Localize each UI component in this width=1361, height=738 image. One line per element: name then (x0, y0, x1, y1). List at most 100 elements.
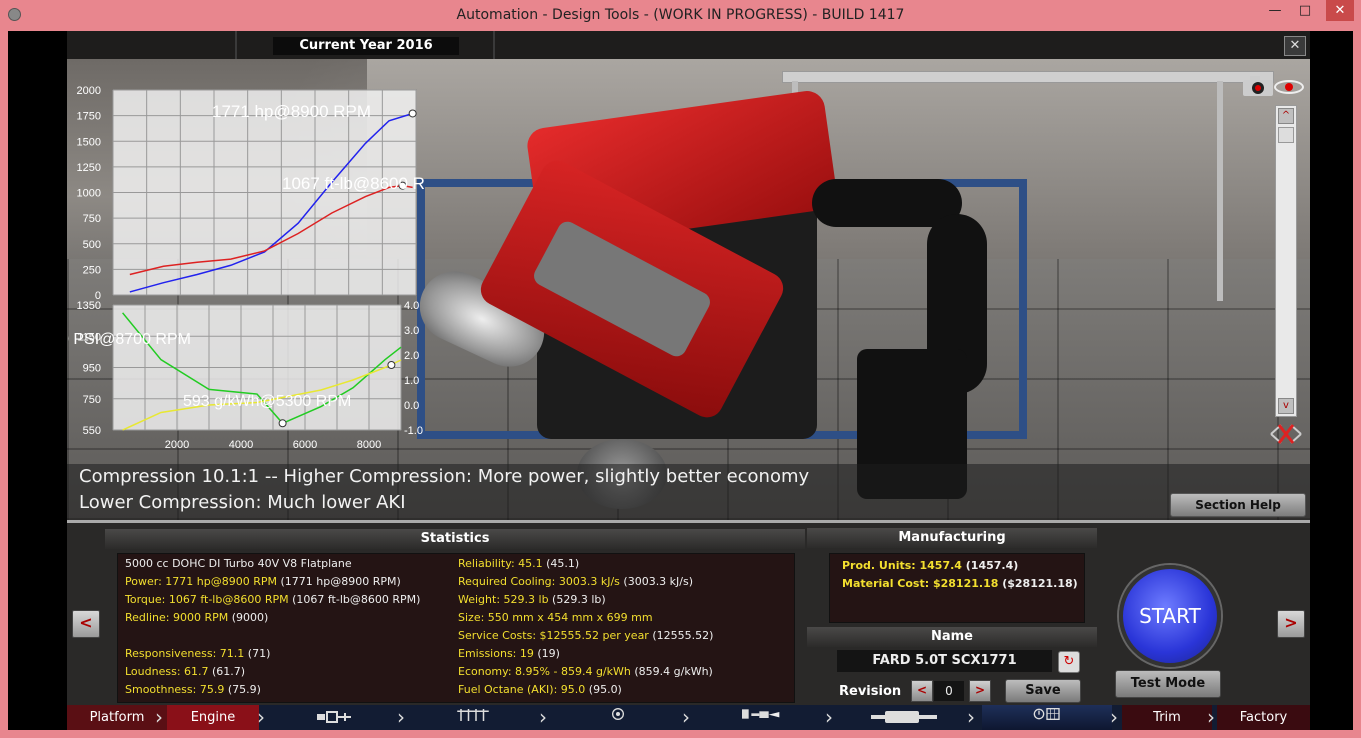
revision-next-button[interactable]: > (969, 680, 991, 702)
randomize-name-icon[interactable]: ↻ (1058, 651, 1080, 673)
y-right-tick-label: 4.0 (404, 300, 419, 312)
stat-label: Torque: 1067 ft-lb@8600 RPM (125, 593, 289, 606)
topbar-divider (493, 31, 495, 59)
chevron-right-icon: › (539, 705, 547, 729)
peak-marker (408, 109, 417, 118)
x-tick-label: 8000 (357, 439, 381, 451)
stat-value: (1771 hp@8900 RPM) (276, 575, 401, 588)
camera-icon[interactable] (1241, 75, 1277, 97)
designer-section-nav: Platform › Engine › › › › › › › Trim › F… (67, 705, 1310, 730)
stat-label: Redline: 9000 RPM (125, 611, 229, 624)
eye-icon[interactable] (1274, 77, 1306, 97)
prod-units-value: (1457.4) (961, 559, 1019, 572)
designer-close-button[interactable]: ✕ (1284, 36, 1306, 56)
app-frame: Current Year 2016 ✕ ^ v 0 250 500 750 10… (8, 31, 1353, 730)
y-tick-label: 250 (83, 264, 101, 276)
y-tick-label: 2000 (77, 85, 101, 97)
y-right-tick-label: 1.0 (404, 375, 419, 387)
tab-platform[interactable]: Platform (67, 705, 167, 730)
previous-section-button[interactable]: < (72, 610, 100, 638)
y-right-tick-label: 3.0 (404, 325, 419, 337)
stat-row: Torque: 1067 ft-lb@8600 RPM (1067 ft-lb@… (125, 593, 420, 606)
stat-row: Fuel Octane (AKI): 95.0 (95.0) (458, 683, 622, 696)
x-tick-label: 6000 (293, 439, 317, 451)
tab-trim[interactable]: Trim (1122, 705, 1212, 730)
turbo-icon (612, 708, 624, 720)
chart-annotation: 1771 hp@8900 RPM (212, 102, 371, 121)
y-tick-label: 1500 (77, 136, 101, 148)
tab-crankshaft[interactable] (272, 705, 402, 730)
material-cost-value: ($28121.18) (998, 577, 1078, 590)
chevron-right-icon: › (397, 705, 405, 729)
tab-engine[interactable]: Engine (167, 705, 259, 730)
scroll-down-button[interactable]: v (1278, 398, 1294, 414)
manufacturing-panel: Prod. Units: 1457.4 (1457.4) Material Co… (829, 553, 1085, 623)
tab-factory[interactable]: Factory (1217, 705, 1310, 730)
chevron-right-icon: › (825, 705, 833, 729)
y-tick-label: 1350 (77, 300, 101, 312)
stat-row: Required Cooling: 3003.3 kJ/s (3003.3 kJ… (458, 575, 693, 588)
stat-label: Responsiveness: 71.1 (125, 647, 245, 660)
minimize-button[interactable]: — (1260, 0, 1290, 21)
stat-value: (75.9) (224, 683, 261, 696)
window-titlebar: Automation - Design Tools - (WORK IN PRO… (0, 0, 1361, 31)
start-button[interactable]: START (1119, 565, 1221, 667)
x-tick-label: 4000 (229, 439, 253, 451)
fuel-system-icon (742, 709, 780, 719)
stat-row: Size: 550 mm x 454 mm x 699 mm (458, 611, 653, 624)
reset-view-icon[interactable] (1267, 421, 1305, 447)
stat-value: (9000) (228, 611, 269, 624)
stat-value: (95.0) (585, 683, 622, 696)
revision-prev-button[interactable]: < (911, 680, 933, 702)
window-title: Automation - Design Tools - (WORK IN PRO… (456, 7, 905, 23)
tab-exhaust[interactable] (839, 705, 969, 730)
next-section-button[interactable]: > (1277, 610, 1305, 638)
engine-3d-viewport[interactable]: ^ v 0 250 500 750 1000 1250 1500 1750 2000 1771 h… (67, 59, 1310, 520)
engine-name-field[interactable]: FARD 5.0T SCX1771 (837, 650, 1052, 672)
tab-test-results[interactable] (982, 705, 1112, 730)
stat-label: 5000 cc DOHC DI Turbo 40V V8 Flatplane (125, 557, 352, 570)
material-cost-label: Material Cost: $28121.18 (842, 577, 999, 590)
prod-units-row: Prod. Units: 1457.4 (1457.4) (842, 559, 1018, 572)
y-tick-label: 1750 (77, 111, 101, 123)
stat-label: Smoothness: 75.9 (125, 683, 225, 696)
section-help-button[interactable]: Section Help (1170, 493, 1306, 517)
topbar-divider (235, 31, 237, 59)
prod-units-label: Prod. Units: 1457.4 (842, 559, 962, 572)
zoom-scrollbar[interactable]: ^ v (1275, 105, 1297, 417)
chevron-right-icon: › (257, 705, 265, 729)
stat-row: Service Costs: $12555.52 per year (12555… (458, 629, 713, 642)
stat-row: Emissions: 19 (19) (458, 647, 560, 660)
info-panel: Statistics < 5000 cc DOHC DI Turbo 40V V… (67, 520, 1310, 708)
stat-row: Responsiveness: 71.1 (71) (125, 647, 270, 660)
stat-row: Economy: 8.95% - 859.4 g/kWh (859.4 g/kW… (458, 665, 713, 678)
section-caption: Compression 10.1:1 -- Higher Compression… (67, 464, 1310, 520)
stat-label: Power: 1771 hp@8900 RPM (125, 575, 277, 588)
peak-marker (387, 361, 396, 369)
tab-fuel[interactable] (697, 705, 827, 730)
stat-row: Weight: 529.3 lb (529.3 lb) (458, 593, 606, 606)
stat-value: (529.3 lb) (548, 593, 606, 606)
stat-label: Service Costs: $12555.52 per year (458, 629, 649, 642)
stat-label: Emissions: 19 (458, 647, 534, 660)
chevron-right-icon: › (1110, 705, 1118, 729)
scroll-thumb[interactable] (1278, 127, 1294, 143)
scroll-up-button[interactable]: ^ (1278, 108, 1294, 124)
x-tick-label: 2000 (165, 439, 189, 451)
stat-row: Smoothness: 75.9 (75.9) (125, 683, 261, 696)
tab-heads[interactable] (412, 705, 542, 730)
stat-label: Economy: 8.95% - 859.4 g/kWh (458, 665, 631, 678)
crankshaft-icon (317, 711, 351, 723)
stat-value: (71) (244, 647, 271, 660)
stat-value: (19) (533, 647, 560, 660)
stat-label: Fuel Octane (AKI): 95.0 (458, 683, 586, 696)
stat-value: (3003.3 kJ/s) (619, 575, 694, 588)
maximize-button[interactable]: □ (1290, 0, 1320, 21)
tab-turbo[interactable] (555, 705, 685, 730)
stat-row: Redline: 9000 RPM (9000) (125, 611, 268, 624)
window-close-button[interactable]: ✕ (1326, 0, 1354, 21)
test-mode-button[interactable]: Test Mode (1115, 670, 1221, 698)
statistics-header: Statistics (105, 529, 805, 549)
save-button[interactable]: Save (1005, 679, 1081, 703)
y-tick-label: 500 (83, 239, 101, 251)
